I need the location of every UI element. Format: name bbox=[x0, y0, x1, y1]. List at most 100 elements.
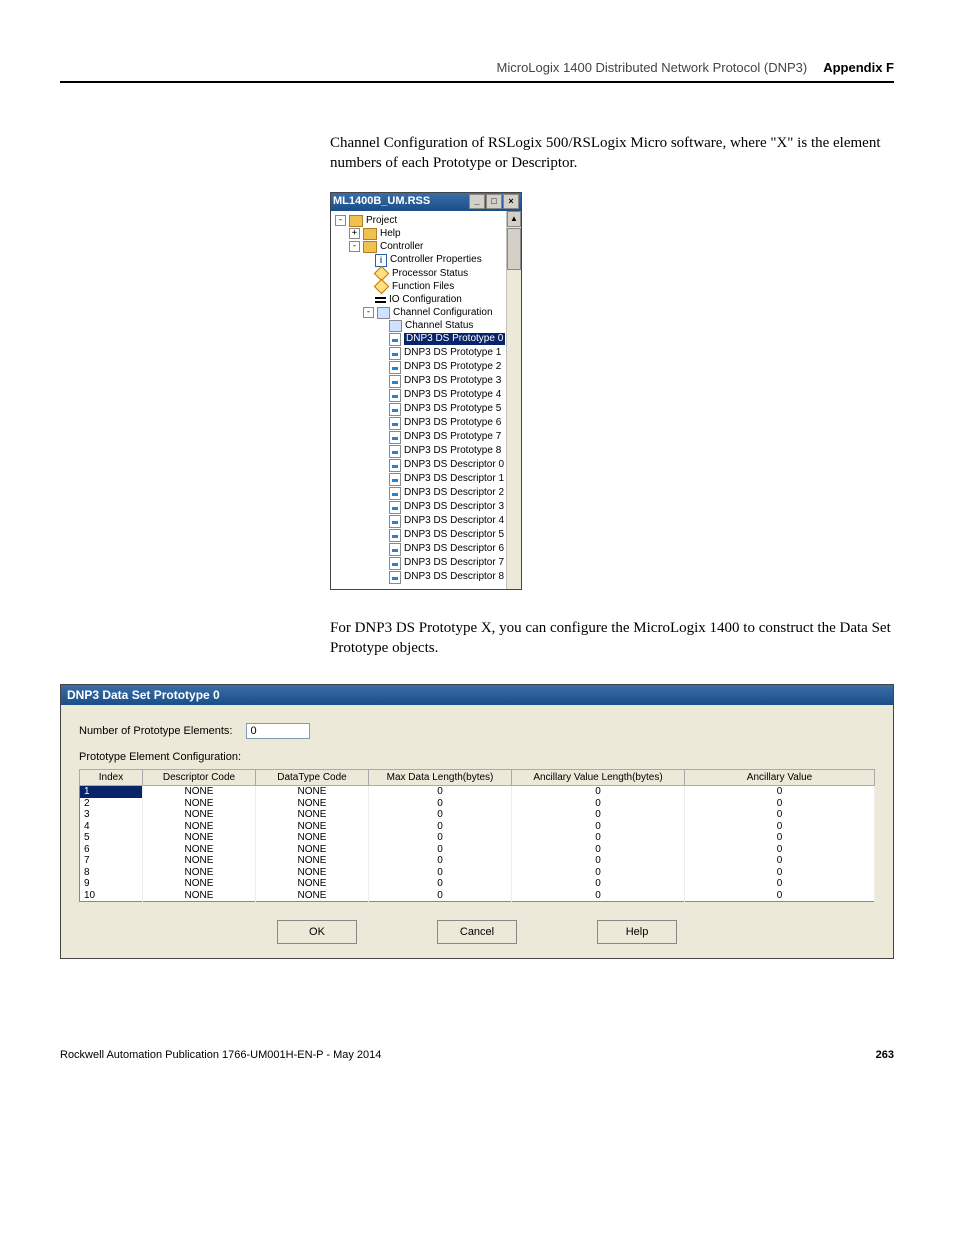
config-label: Prototype Element Configuration: bbox=[79, 751, 875, 763]
appendix-label: Appendix F bbox=[823, 60, 894, 75]
tree-channel-item[interactable]: DNP3 DS Descriptor 0 bbox=[333, 459, 519, 473]
tree-channel-item[interactable]: DNP3 DS Prototype 2 bbox=[333, 361, 519, 375]
tree-controller[interactable]: - Controller bbox=[333, 241, 519, 254]
tree-channel-item[interactable]: DNP3 DS Descriptor 3 bbox=[333, 501, 519, 515]
tree-channel-item[interactable]: DNP3 DS Prototype 7 bbox=[333, 431, 519, 445]
tree-channel-item-label: DNP3 DS Descriptor 8 bbox=[404, 571, 504, 583]
tree-root-label: Project bbox=[366, 215, 397, 227]
document-icon bbox=[389, 375, 401, 388]
tree-channel-item-label: DNP3 DS Prototype 4 bbox=[404, 389, 501, 401]
document-icon bbox=[389, 543, 401, 556]
scroll-up-icon[interactable]: ▲ bbox=[507, 211, 521, 227]
tree-channel-item[interactable]: DNP3 DS Descriptor 1 bbox=[333, 473, 519, 487]
tree-channel-item-label: DNP3 DS Descriptor 4 bbox=[404, 515, 504, 527]
document-icon bbox=[389, 501, 401, 514]
document-icon bbox=[389, 459, 401, 472]
tree-channel-item[interactable]: DNP3 DS Prototype 3 bbox=[333, 375, 519, 389]
close-button[interactable]: × bbox=[503, 194, 519, 209]
tree-io-config[interactable]: IO Configuration bbox=[333, 294, 519, 307]
tree-root[interactable]: - Project bbox=[333, 215, 519, 228]
tree-channel-item[interactable]: DNP3 DS Descriptor 8 bbox=[333, 571, 519, 585]
document-icon bbox=[389, 529, 401, 542]
tree-channel-item[interactable]: DNP3 DS Prototype 8 bbox=[333, 445, 519, 459]
scroll-thumb[interactable] bbox=[507, 228, 521, 270]
tree-channel-item[interactable]: DNP3 DS Descriptor 7 bbox=[333, 557, 519, 571]
tree-scrollbar[interactable]: ▲ bbox=[506, 211, 521, 589]
col-dtype[interactable]: DataType Code bbox=[256, 770, 369, 786]
document-icon bbox=[389, 347, 401, 360]
help-button[interactable]: Help bbox=[597, 920, 677, 944]
tree-processor-status[interactable]: Processor Status bbox=[333, 268, 519, 281]
table-row[interactable]: 2NONENONE000 bbox=[80, 798, 875, 810]
tree-channel-item[interactable]: DNP3 DS Prototype 6 bbox=[333, 417, 519, 431]
table-row[interactable]: 10NONENONE000 bbox=[80, 890, 875, 902]
cancel-button[interactable]: Cancel bbox=[437, 920, 517, 944]
ok-button[interactable]: OK bbox=[277, 920, 357, 944]
tree-channel-item-label: DNP3 DS Prototype 1 bbox=[404, 347, 501, 359]
tree-channel-item-label: DNP3 DS Descriptor 2 bbox=[404, 487, 504, 499]
table-row[interactable]: 8NONENONE000 bbox=[80, 867, 875, 879]
tree-channel-config[interactable]: - Channel Configuration bbox=[333, 307, 519, 320]
col-av[interactable]: Ancillary Value bbox=[685, 770, 875, 786]
tree-channel-item-label: DNP3 DS Prototype 0 bbox=[404, 333, 505, 345]
maximize-button[interactable]: □ bbox=[486, 194, 502, 209]
table-row[interactable]: 4NONENONE000 bbox=[80, 821, 875, 833]
tree-channel-item[interactable]: DNP3 DS Prototype 4 bbox=[333, 389, 519, 403]
tree-channel-item[interactable]: DNP3 DS Descriptor 6 bbox=[333, 543, 519, 557]
collapse-icon[interactable]: - bbox=[349, 241, 360, 252]
tree-channel-item-label: DNP3 DS Prototype 5 bbox=[404, 403, 501, 415]
tree-controller-properties[interactable]: i Controller Properties bbox=[333, 254, 519, 268]
table-row[interactable]: 5NONENONE000 bbox=[80, 832, 875, 844]
tree-channel-item-label: DNP3 DS Prototype 2 bbox=[404, 361, 501, 373]
minimize-button[interactable]: _ bbox=[469, 194, 485, 209]
project-tree-window: ML1400B_UM.RSS _ □ × ▲ - Project + Help bbox=[330, 192, 522, 590]
window-title: ML1400B_UM.RSS bbox=[333, 195, 430, 208]
expand-icon[interactable]: + bbox=[349, 228, 360, 239]
prototype-table: Index Descriptor Code DataType Code Max … bbox=[79, 769, 875, 902]
document-icon bbox=[389, 333, 401, 346]
intro-paragraph-2: For DNP3 DS Prototype X, you can configu… bbox=[330, 618, 894, 659]
table-row[interactable]: 7NONENONE000 bbox=[80, 855, 875, 867]
num-elements-input[interactable] bbox=[246, 723, 310, 739]
table-row[interactable]: 9NONENONE000 bbox=[80, 878, 875, 890]
page-header: MicroLogix 1400 Distributed Network Prot… bbox=[60, 60, 894, 83]
document-icon bbox=[389, 403, 401, 416]
tree-help[interactable]: + Help bbox=[333, 228, 519, 241]
prototype-dialog: DNP3 Data Set Prototype 0 Number of Prot… bbox=[60, 684, 894, 959]
tree-channel-item-label: DNP3 DS Prototype 8 bbox=[404, 445, 501, 457]
table-row[interactable]: 6NONENONE000 bbox=[80, 844, 875, 856]
publication-line: Rockwell Automation Publication 1766-UM0… bbox=[60, 1049, 381, 1061]
document-icon bbox=[389, 361, 401, 374]
tree-channel-item[interactable]: DNP3 DS Descriptor 4 bbox=[333, 515, 519, 529]
tree-body: ▲ - Project + Help - Controller i Contro bbox=[331, 211, 521, 589]
page-footer: Rockwell Automation Publication 1766-UM0… bbox=[60, 1049, 894, 1061]
col-index[interactable]: Index bbox=[80, 770, 143, 786]
window-titlebar: ML1400B_UM.RSS _ □ × bbox=[331, 193, 521, 211]
io-icon bbox=[375, 295, 386, 305]
tree-controller-label: Controller bbox=[380, 241, 423, 253]
col-avlen[interactable]: Ancillary Value Length(bytes) bbox=[512, 770, 685, 786]
intro-paragraph-1: Channel Configuration of RSLogix 500/RSL… bbox=[330, 133, 894, 174]
table-row[interactable]: 1NONENONE000 bbox=[80, 786, 875, 798]
tree-function-files[interactable]: Function Files bbox=[333, 281, 519, 294]
document-icon bbox=[389, 557, 401, 570]
document-icon bbox=[389, 431, 401, 444]
tree-channel-item[interactable]: DNP3 DS Prototype 0 bbox=[333, 333, 519, 347]
tree-channel-item[interactable]: DNP3 DS Descriptor 5 bbox=[333, 529, 519, 543]
collapse-icon[interactable]: - bbox=[335, 215, 346, 226]
tree-channel-item[interactable]: DNP3 DS Descriptor 2 bbox=[333, 487, 519, 501]
col-maxlen[interactable]: Max Data Length(bytes) bbox=[369, 770, 512, 786]
collapse-icon[interactable]: - bbox=[363, 307, 374, 318]
tree-channel-item-label: DNP3 DS Descriptor 0 bbox=[404, 459, 504, 471]
col-desc[interactable]: Descriptor Code bbox=[143, 770, 256, 786]
table-row[interactable]: 3NONENONE000 bbox=[80, 809, 875, 821]
document-icon bbox=[389, 473, 401, 486]
running-head: MicroLogix 1400 Distributed Network Prot… bbox=[497, 60, 808, 75]
tree-channel-status[interactable]: Channel Status bbox=[333, 320, 519, 333]
document-icon bbox=[389, 515, 401, 528]
tree-channel-item[interactable]: DNP3 DS Prototype 1 bbox=[333, 347, 519, 361]
folder-icon bbox=[363, 228, 377, 240]
tree-channel-item-label: DNP3 DS Prototype 3 bbox=[404, 375, 501, 387]
tree-channel-item[interactable]: DNP3 DS Prototype 5 bbox=[333, 403, 519, 417]
num-elements-row: Number of Prototype Elements: bbox=[79, 723, 875, 739]
